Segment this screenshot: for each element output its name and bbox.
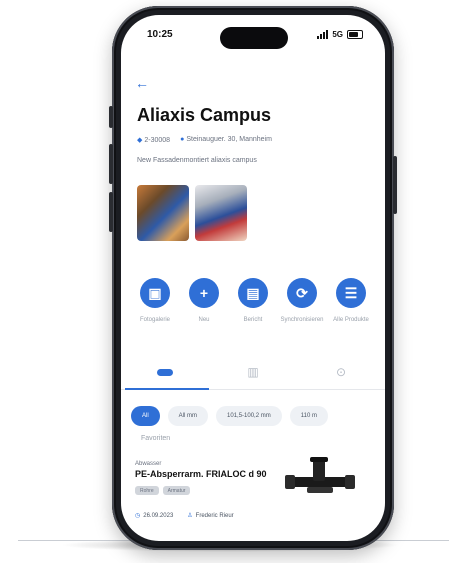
signal-icon: [317, 30, 329, 39]
product-footer: ◷ 26.09.2023 ♙ Frederic Rieur: [135, 512, 234, 519]
project-meta: ◆ 2-30008 ● Steinauguer. 30, Mannheim: [137, 136, 272, 144]
list-icon: ☰: [336, 278, 366, 308]
action-label: Bericht: [243, 317, 263, 323]
side-button-volume-down: [109, 192, 113, 232]
tab-products[interactable]: [121, 355, 209, 390]
network-icon: 5G: [332, 30, 343, 39]
pin-icon: ⊙: [335, 365, 347, 379]
action-label: Neu: [198, 317, 210, 323]
clock-icon: ◷: [135, 513, 141, 519]
page-title: Aliaxis Campus: [137, 105, 272, 125]
product-tag: Armatur: [162, 486, 191, 495]
back-arrow-icon[interactable]: ←: [135, 75, 149, 91]
meta-id: ◆ 2-30008: [137, 137, 171, 144]
location-pin-icon: ●: [180, 136, 185, 143]
side-button-mute: [109, 106, 113, 128]
phone-frame: 10:25 5G ← Aliaxis Campus ◆ 2-30008 ● Stei…: [109, 6, 397, 550]
phone-screen: 10:25 5G ← Aliaxis Campus ◆ 2-30008 ● Stei…: [121, 15, 385, 541]
photo-gallery: [137, 185, 247, 241]
filter-chip-all[interactable]: All: [131, 406, 160, 426]
filter-chip-range[interactable]: 101,5-100,2 mm: [216, 406, 282, 426]
product-image: [285, 457, 355, 493]
battery-icon: [347, 30, 363, 39]
product-name: PE-Absperrarm. FRIALOC d 90: [135, 469, 267, 479]
document-icon: ▤: [238, 278, 268, 308]
file-icon: ▥: [247, 365, 259, 379]
gallery-photo-2[interactable]: [195, 185, 247, 241]
action-report[interactable]: ▤ Bericht: [233, 278, 273, 324]
tag-icon: ◆: [137, 137, 143, 144]
side-button-power: [393, 156, 397, 214]
action-bar: ▣ Fotogalerie + Neu ▤ Bericht ⟳ Synchron…: [135, 278, 371, 324]
product-tag: Rohre: [135, 486, 159, 495]
project-description: New Fassadenmontiert aliaxis campus: [137, 157, 257, 164]
filter-chips: All All mm 101,5-100,2 mm 110 m: [131, 406, 328, 426]
tab-bar: ▥ ⊙: [121, 355, 385, 390]
pill-icon: [157, 368, 173, 376]
filter-chip-110[interactable]: 110 m: [289, 406, 328, 426]
section-label: Favoriten: [141, 435, 171, 442]
action-new[interactable]: + Neu: [184, 278, 224, 324]
product-card[interactable]: Abwasser PE-Absperrarm. FRIALOC d 90 Roh…: [135, 457, 371, 537]
meta-location[interactable]: ● Steinauguer. 30, Mannheim: [180, 136, 272, 144]
dynamic-island: [220, 27, 288, 49]
tab-location[interactable]: ⊙: [297, 355, 385, 389]
status-indicators: 5G: [317, 30, 363, 39]
product-author: ♙ Frederic Rieur: [187, 513, 234, 519]
action-sync[interactable]: ⟳ Synchronisieren: [280, 278, 324, 324]
status-bar: 10:25 5G: [121, 27, 385, 49]
car-icon: ▣: [140, 278, 170, 308]
plus-icon: +: [189, 278, 219, 308]
filter-chip-mm[interactable]: All mm: [167, 406, 209, 426]
gallery-photo-1[interactable]: [137, 185, 189, 241]
status-time: 10:25: [147, 29, 173, 40]
user-icon: ♙: [187, 513, 193, 519]
side-button-volume-up: [109, 144, 113, 184]
action-all-products[interactable]: ☰ Alle Produkte: [331, 278, 371, 324]
tab-documents[interactable]: ▥: [209, 355, 297, 389]
product-date: ◷ 26.09.2023: [135, 513, 174, 519]
action-label: Fotogalerie: [139, 317, 171, 323]
action-label: Synchronisieren: [280, 317, 324, 323]
action-fotogalerie[interactable]: ▣ Fotogalerie: [135, 278, 175, 324]
action-label: Alle Produkte: [333, 317, 369, 323]
product-tags: Rohre Armatur: [135, 486, 191, 495]
product-category: Abwasser: [135, 461, 162, 467]
tab-active-indicator: [125, 388, 209, 390]
sync-icon: ⟳: [287, 278, 317, 308]
